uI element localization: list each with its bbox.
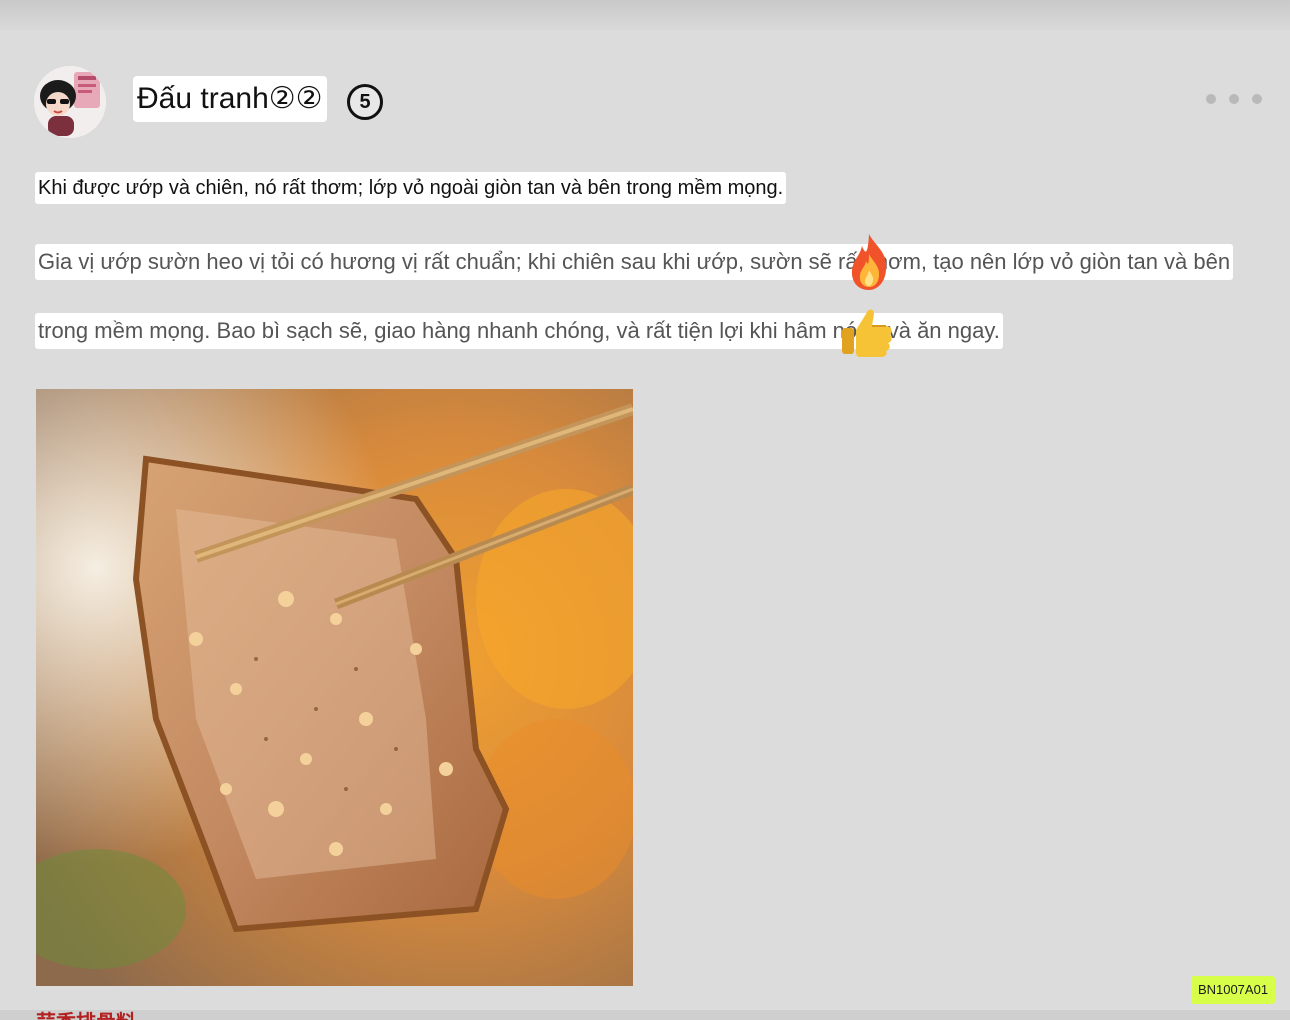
top-status-bar [0,0,1290,30]
review-text-line-2: Gia vị ướp sườn heo vị tỏi có hương vị r… [35,244,1234,280]
username[interactable]: Đấu tranh②② [133,76,327,122]
more-dot-icon [1229,94,1239,104]
bottom-divider [0,1010,1290,1020]
product-code-badge: BN1007A01 [1191,976,1275,1004]
avatar-illustration [34,66,106,138]
thumbs-up-emoji-icon [842,309,892,357]
brand-snippet: 蒜香排骨料 [36,1008,168,1020]
fire-emoji-icon [851,234,887,290]
review-text-line-1: Khi được ướp và chiên, nó rất thơm; lớp … [35,172,787,204]
user-level-badge: 5 [347,84,383,120]
brand-snippet-text: 蒜香排骨料 [36,1010,168,1020]
review-photo-fried-pork-rib[interactable] [36,389,633,986]
more-dot-icon [1206,94,1216,104]
more-options-button[interactable] [1206,90,1262,108]
fried-pork-rib-photo [36,389,633,986]
more-dot-icon [1252,94,1262,104]
user-avatar[interactable] [34,66,106,138]
